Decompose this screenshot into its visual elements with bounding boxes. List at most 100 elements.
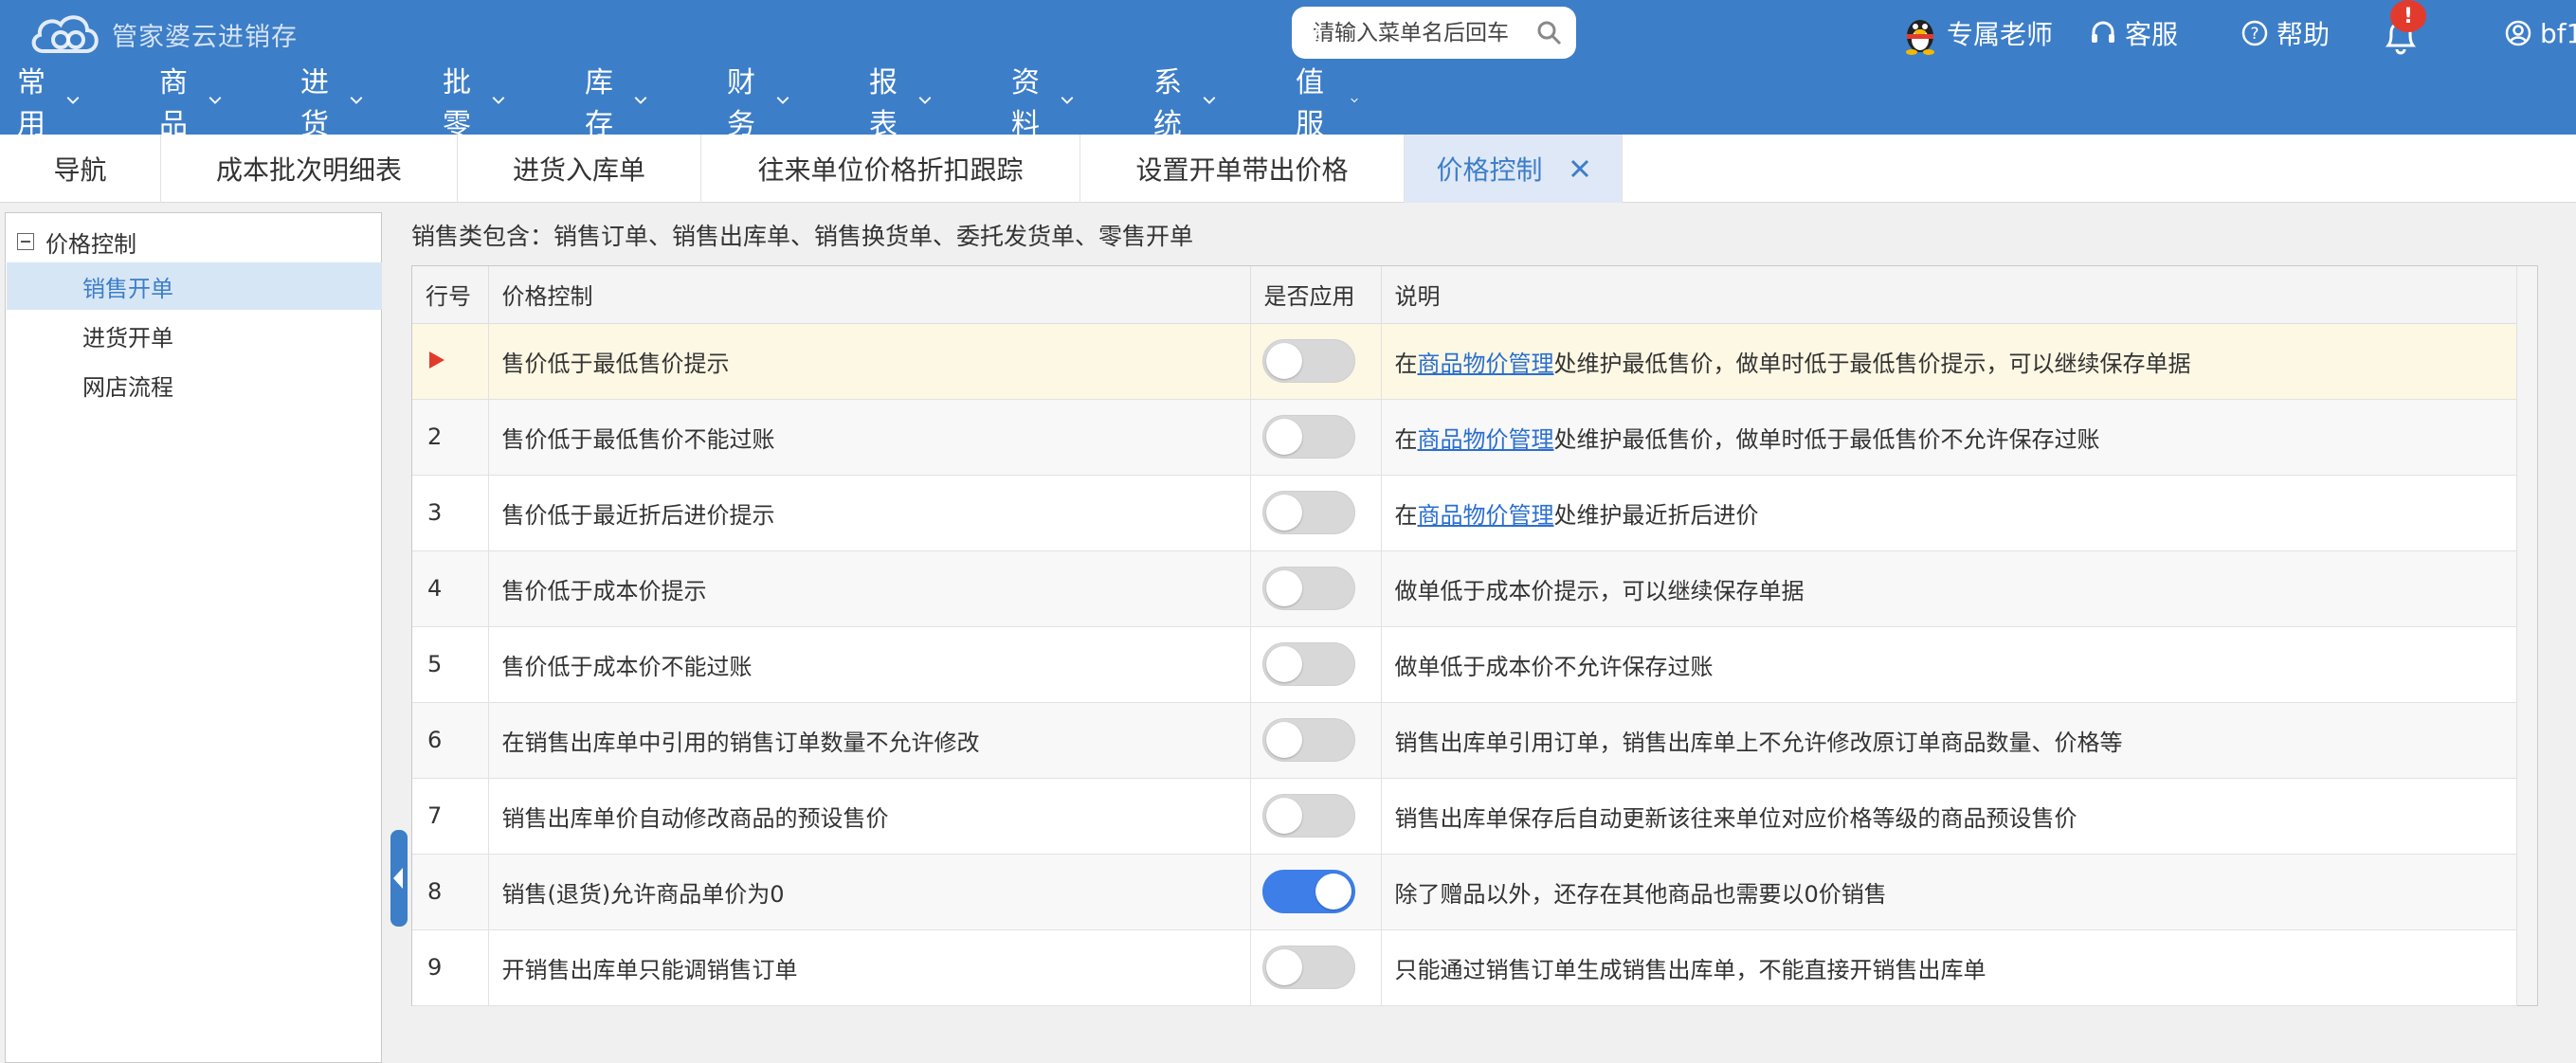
help-circle-icon: ? <box>2240 19 2269 47</box>
apply-toggle-switch[interactable] <box>1261 415 1355 459</box>
goods-price-management-link[interactable]: 商品物价管理 <box>1418 502 1554 529</box>
row-number-cell: 3 <box>412 475 489 551</box>
help-link[interactable]: ? 帮助 <box>2240 9 2330 57</box>
cloud-logo-icon <box>28 9 104 59</box>
menu-wholesale-retail[interactable]: 批零 <box>443 66 505 141</box>
tab-purchase-receipt[interactable]: 进货入库单 <box>458 135 701 203</box>
row-number-cell: 6 <box>412 702 489 779</box>
top-header: 管家婆云进销存 专属老师 客服 ? 帮助 ! bf1 常用 <box>0 0 2576 183</box>
apply-toggle-switch[interactable] <box>1261 794 1355 838</box>
tab-set-order-price[interactable]: 设置开单带出价格 <box>1080 135 1405 203</box>
tab-navigation[interactable]: 导航 <box>0 135 161 203</box>
menu-system[interactable]: 系统 <box>1153 66 1216 141</box>
applied-cell <box>1250 929 1382 1006</box>
chevron-down-icon <box>1203 97 1216 104</box>
applied-cell <box>1250 399 1382 476</box>
menu-purchase[interactable]: 进货 <box>300 66 363 141</box>
chevron-down-icon <box>634 97 647 104</box>
exclusive-teacher-link[interactable]: 专属老师 <box>1901 9 2053 57</box>
applied-cell <box>1250 854 1382 930</box>
table-row[interactable]: 5 售价低于成本价不能过账 做单低于成本价不允许保存过账 <box>412 626 2517 703</box>
sidebar-item-purchase-order[interactable]: 进货开单 <box>7 312 382 359</box>
close-icon[interactable] <box>1569 158 1590 179</box>
description-cell: 只能通过销售订单生成销售出库单，不能直接开销售出库单 <box>1381 929 2517 1006</box>
sidebar-item-sales-order[interactable]: 销售开单 <box>7 262 382 310</box>
apply-toggle-switch[interactable] <box>1261 339 1355 383</box>
rule-name-cell: 售价低于成本价提示 <box>488 550 1251 627</box>
rule-name-cell: 销售出库单价自动修改商品的预设售价 <box>488 778 1251 855</box>
tab-partner-price-discount[interactable]: 往来单位价格折扣跟踪 <box>701 135 1080 203</box>
toggle-knob <box>1265 798 1302 834</box>
table-row[interactable]: 7 销售出库单价自动修改商品的预设售价 销售出库单保存后自动更新该往来单位对应价格等… <box>412 778 2517 855</box>
row-number-cell: 9 <box>412 929 489 1006</box>
user-account-link[interactable]: bf1 <box>2504 9 2576 57</box>
description-cell: 销售出库单保存后自动更新该往来单位对应价格等级的商品预设售价 <box>1381 778 2517 855</box>
menu-finance[interactable]: 财务 <box>727 66 789 141</box>
table-row[interactable]: 9 开销售出库单只能调销售订单 只能通过销售订单生成销售出库单，不能直接开销售出库单 <box>412 929 2517 1006</box>
tab-cost-batch-detail[interactable]: 成本批次明细表 <box>161 135 458 203</box>
search-icon[interactable] <box>1536 20 1563 46</box>
applied-cell <box>1250 550 1382 627</box>
sales-types-note: 销售类包含：销售订单、销售出库单、销售换货单、委托发货单、零售开单 <box>411 223 1194 250</box>
menu-reports[interactable]: 报表 <box>869 66 932 141</box>
col-header-applied: 是否应用 <box>1250 266 1382 324</box>
rule-name-cell: 售价低于成本价不能过账 <box>488 626 1251 703</box>
app-logo[interactable]: 管家婆云进销存 <box>28 8 298 61</box>
col-header-description: 说明 <box>1381 266 2517 324</box>
sidebar-item-online-store-flow[interactable]: 网店流程 <box>7 361 382 408</box>
qq-penguin-icon <box>1901 11 1939 55</box>
toggle-knob <box>1265 949 1302 985</box>
menu-search-input[interactable] <box>1313 20 1521 45</box>
apply-toggle-switch[interactable] <box>1261 946 1355 989</box>
toggle-knob <box>1265 419 1302 455</box>
description-text: 做单低于成本价不允许保存过账 <box>1394 653 1714 680</box>
menu-data[interactable]: 资料 <box>1011 66 1074 141</box>
row-number-cell: 7 <box>412 778 489 855</box>
col-header-price-control: 价格控制 <box>488 266 1251 324</box>
applied-cell <box>1250 778 1382 855</box>
description-text: 处维护最低售价，做单时低于最低售价提示，可以继续保存单据 <box>1553 350 2191 377</box>
apply-toggle-switch[interactable] <box>1261 870 1355 913</box>
description-text: 除了赠品以外，还存在其他商品也需要以0价销售 <box>1394 880 1887 908</box>
rule-name-cell: 售价低于最低售价提示 <box>488 323 1251 400</box>
service-label: 客服 <box>2125 19 2179 50</box>
price-control-grid: 行号 价格控制 是否应用 说明 售价低于最低售价提示 在商品物价管理处维护最低售价… <box>411 265 2538 1006</box>
table-row[interactable]: 3 售价低于最近折后进价提示 在商品物价管理处维护最近折后进价 <box>412 475 2517 551</box>
sidebar-collapse-handle[interactable] <box>390 830 408 927</box>
notification-badge: ! <box>2390 0 2426 32</box>
table-row[interactable]: 8 销售(退货)允许商品单价为0 除了赠品以外，还存在其他商品也需要以0价销售 <box>412 854 2517 930</box>
row-number-cell: 2 <box>412 399 489 476</box>
toggle-knob <box>1265 343 1302 379</box>
price-control-table: 行号 价格控制 是否应用 说明 售价低于最低售价提示 在商品物价管理处维护最低售价… <box>412 266 2517 1006</box>
goods-price-management-link[interactable]: 商品物价管理 <box>1418 426 1554 453</box>
toggle-knob <box>1265 646 1302 682</box>
table-row[interactable]: 6 在销售出库单中引用的销售订单数量不允许修改 销售出库单引用订单，销售出库单上不允… <box>412 702 2517 779</box>
chevron-down-icon <box>209 97 222 104</box>
row-number-cell <box>412 323 489 400</box>
rule-name-cell: 在销售出库单中引用的销售订单数量不允许修改 <box>488 702 1251 779</box>
apply-toggle-switch[interactable] <box>1261 642 1355 686</box>
menu-value-added[interactable]: 增值服务 <box>1296 25 1358 183</box>
apply-toggle-switch[interactable] <box>1261 718 1355 762</box>
tree-root-price-control[interactable]: 价格控制 <box>17 223 136 261</box>
description-cell: 做单低于成本价不允许保存过账 <box>1381 626 2517 703</box>
tab-bar: 导航 成本批次明细表 进货入库单 往来单位价格折扣跟踪 设置开单带出价格 价格控… <box>0 135 2576 203</box>
sidebar-tree: 价格控制 销售开单 进货开单 网店流程 <box>5 212 382 1063</box>
vertical-scrollbar[interactable] <box>2516 266 2537 1005</box>
teacher-label: 专属老师 <box>1947 19 2054 50</box>
apply-toggle-switch[interactable] <box>1261 567 1355 610</box>
chevron-down-icon <box>66 97 80 104</box>
table-row[interactable]: 2 售价低于最低售价不能过账 在商品物价管理处维护最低售价，做单时低于最低售价不允许… <box>412 399 2517 476</box>
table-row[interactable]: 4 售价低于成本价提示 做单低于成本价提示，可以继续保存单据 <box>412 550 2517 627</box>
app-name: 管家婆云进销存 <box>112 22 298 52</box>
menu-goods[interactable]: 商品 <box>159 66 222 141</box>
table-row[interactable]: 售价低于最低售价提示 在商品物价管理处维护最低售价，做单时低于最低售价提示，可以继… <box>412 323 2517 400</box>
tab-price-control[interactable]: 价格控制 <box>1405 135 1623 203</box>
customer-service-link[interactable]: 客服 <box>2089 9 2178 57</box>
menu-inventory[interactable]: 库存 <box>585 66 647 141</box>
goods-price-management-link[interactable]: 商品物价管理 <box>1418 351 1554 377</box>
description-cell: 销售出库单引用订单，销售出库单上不允许修改原订单商品数量、价格等 <box>1381 702 2517 779</box>
menu-common[interactable]: 常用 <box>17 66 80 141</box>
apply-toggle-switch[interactable] <box>1261 491 1355 534</box>
collapse-minus-icon[interactable] <box>17 233 34 250</box>
